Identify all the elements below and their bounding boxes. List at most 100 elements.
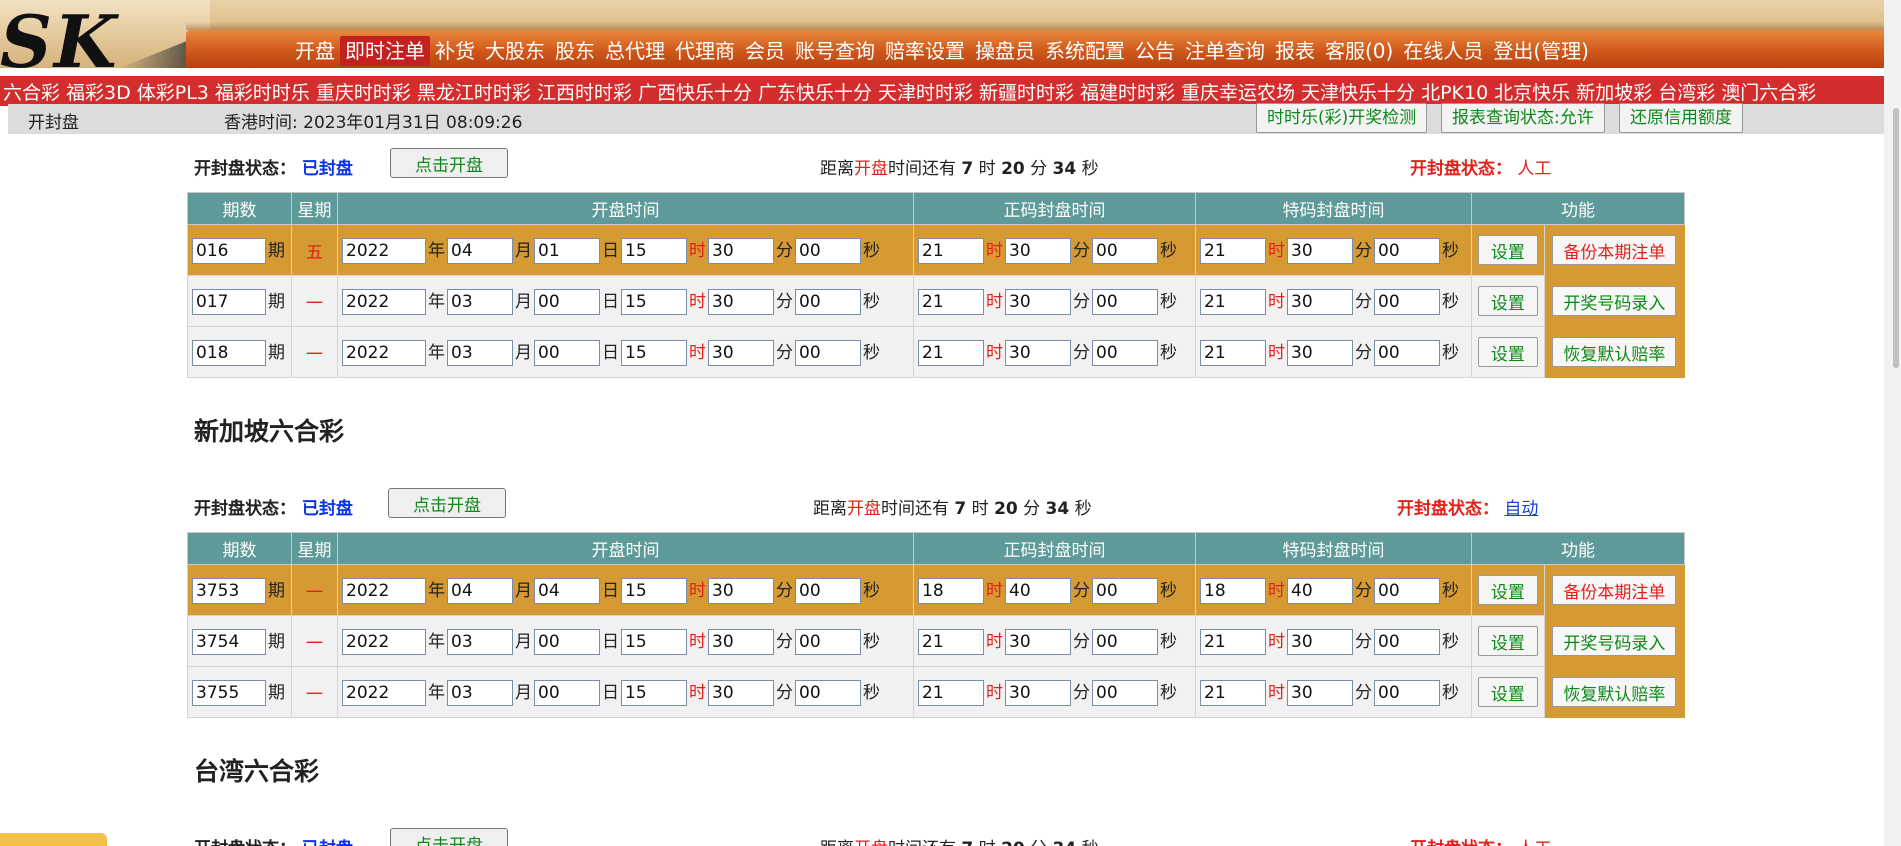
special-hour-input[interactable] xyxy=(1200,238,1266,264)
set-button[interactable]: 设置 xyxy=(1477,286,1538,316)
nav-item-7[interactable]: 会员 xyxy=(740,36,790,66)
backup-bets-button[interactable]: 备份本期注单 xyxy=(1552,235,1677,265)
lottery-item-13[interactable]: 天津快乐十分 xyxy=(1298,78,1418,105)
month-input[interactable] xyxy=(447,340,513,366)
hour-input[interactable] xyxy=(621,680,687,706)
draw-number-entry-button[interactable]: 开奖号码录入 xyxy=(1552,626,1677,656)
restore-default-odds-button[interactable]: 恢复默认赔率 xyxy=(1552,337,1677,367)
year-input[interactable] xyxy=(342,578,426,604)
special-second-input[interactable] xyxy=(1374,578,1440,604)
lottery-item-14[interactable]: 北PK10 xyxy=(1418,78,1491,105)
second-input[interactable] xyxy=(795,578,861,604)
hour-input[interactable] xyxy=(621,340,687,366)
period-input[interactable] xyxy=(192,289,266,315)
period-input[interactable] xyxy=(192,340,266,366)
nav-item-12[interactable]: 公告 xyxy=(1130,36,1180,66)
regular-second-input[interactable] xyxy=(1092,578,1158,604)
year-input[interactable] xyxy=(342,340,426,366)
special-hour-input[interactable] xyxy=(1200,289,1266,315)
day-input[interactable] xyxy=(534,340,600,366)
regular-hour-input[interactable] xyxy=(918,289,984,315)
draw-number-entry-button[interactable]: 开奖号码录入 xyxy=(1552,286,1677,316)
day-input[interactable] xyxy=(534,289,600,315)
nav-item-1[interactable]: 即时注单 xyxy=(340,36,430,66)
period-input[interactable] xyxy=(192,629,266,655)
nav-item-13[interactable]: 注单查询 xyxy=(1180,36,1270,66)
day-input[interactable] xyxy=(534,238,600,264)
minute-input[interactable] xyxy=(708,289,774,315)
special-minute-input[interactable] xyxy=(1287,238,1353,264)
regular-hour-input[interactable] xyxy=(918,629,984,655)
hour-input[interactable] xyxy=(621,629,687,655)
special-second-input[interactable] xyxy=(1374,340,1440,366)
lottery-item-8[interactable]: 广东快乐十分 xyxy=(755,78,875,105)
regular-minute-input[interactable] xyxy=(1005,578,1071,604)
second-input[interactable] xyxy=(795,340,861,366)
bottom-corner-tab[interactable] xyxy=(0,833,107,846)
nav-item-0[interactable]: 开盘 xyxy=(290,36,340,66)
day-input[interactable] xyxy=(534,629,600,655)
period-input[interactable] xyxy=(192,680,266,706)
nav-item-16[interactable]: 在线人员 xyxy=(1398,36,1488,66)
draw-check-button[interactable]: 时时乐(彩)开奖检测 xyxy=(1256,103,1428,133)
regular-minute-input[interactable] xyxy=(1005,340,1071,366)
set-button[interactable]: 设置 xyxy=(1477,626,1538,656)
regular-hour-input[interactable] xyxy=(918,238,984,264)
lottery-item-10[interactable]: 新疆时时彩 xyxy=(976,78,1077,105)
lottery-item-4[interactable]: 重庆时时彩 xyxy=(313,78,414,105)
nav-item-5[interactable]: 总代理 xyxy=(600,36,670,66)
restore-credit-button[interactable]: 还原信用额度 xyxy=(1619,103,1743,133)
set-button[interactable]: 设置 xyxy=(1477,575,1538,605)
report-status-button[interactable]: 报表查询状态:允许 xyxy=(1441,103,1605,133)
year-input[interactable] xyxy=(342,238,426,264)
backup-bets-button[interactable]: 备份本期注单 xyxy=(1552,575,1677,605)
special-second-input[interactable] xyxy=(1374,289,1440,315)
mode-value[interactable]: 自动 xyxy=(1504,499,1538,519)
minute-input[interactable] xyxy=(708,238,774,264)
lottery-item-17[interactable]: 台湾彩 xyxy=(1655,78,1718,105)
year-input[interactable] xyxy=(342,629,426,655)
set-button[interactable]: 设置 xyxy=(1477,677,1538,707)
special-second-input[interactable] xyxy=(1374,629,1440,655)
minute-input[interactable] xyxy=(708,680,774,706)
regular-second-input[interactable] xyxy=(1092,680,1158,706)
special-minute-input[interactable] xyxy=(1287,680,1353,706)
regular-hour-input[interactable] xyxy=(918,340,984,366)
special-hour-input[interactable] xyxy=(1200,629,1266,655)
second-input[interactable] xyxy=(795,238,861,264)
minute-input[interactable] xyxy=(708,340,774,366)
lottery-item-5[interactable]: 黑龙江时时彩 xyxy=(414,78,534,105)
special-hour-input[interactable] xyxy=(1200,340,1266,366)
special-hour-input[interactable] xyxy=(1200,680,1266,706)
period-input[interactable] xyxy=(192,578,266,604)
open-market-button[interactable]: 点击开盘 xyxy=(390,148,508,178)
period-input[interactable] xyxy=(192,238,266,264)
special-minute-input[interactable] xyxy=(1287,578,1353,604)
lottery-item-6[interactable]: 江西时时彩 xyxy=(534,78,635,105)
hour-input[interactable] xyxy=(621,238,687,264)
regular-minute-input[interactable] xyxy=(1005,629,1071,655)
lottery-item-11[interactable]: 福建时时彩 xyxy=(1077,78,1178,105)
second-input[interactable] xyxy=(795,680,861,706)
second-input[interactable] xyxy=(795,289,861,315)
minute-input[interactable] xyxy=(708,629,774,655)
set-button[interactable]: 设置 xyxy=(1477,235,1538,265)
regular-second-input[interactable] xyxy=(1092,238,1158,264)
hour-input[interactable] xyxy=(621,578,687,604)
month-input[interactable] xyxy=(447,578,513,604)
restore-default-odds-button[interactable]: 恢复默认赔率 xyxy=(1552,677,1677,707)
regular-second-input[interactable] xyxy=(1092,340,1158,366)
minute-input[interactable] xyxy=(708,578,774,604)
nav-item-2[interactable]: 补货 xyxy=(430,36,480,66)
regular-hour-input[interactable] xyxy=(918,680,984,706)
open-market-button[interactable]: 点击开盘 xyxy=(388,488,506,518)
second-input[interactable] xyxy=(795,629,861,655)
special-hour-input[interactable] xyxy=(1200,578,1266,604)
day-input[interactable] xyxy=(534,680,600,706)
month-input[interactable] xyxy=(447,289,513,315)
nav-item-15[interactable]: 客服(0) xyxy=(1320,36,1398,66)
regular-minute-input[interactable] xyxy=(1005,238,1071,264)
lottery-item-15[interactable]: 北京快乐 xyxy=(1491,78,1573,105)
lottery-item-0[interactable]: 六合彩 xyxy=(0,78,63,105)
special-minute-input[interactable] xyxy=(1287,289,1353,315)
